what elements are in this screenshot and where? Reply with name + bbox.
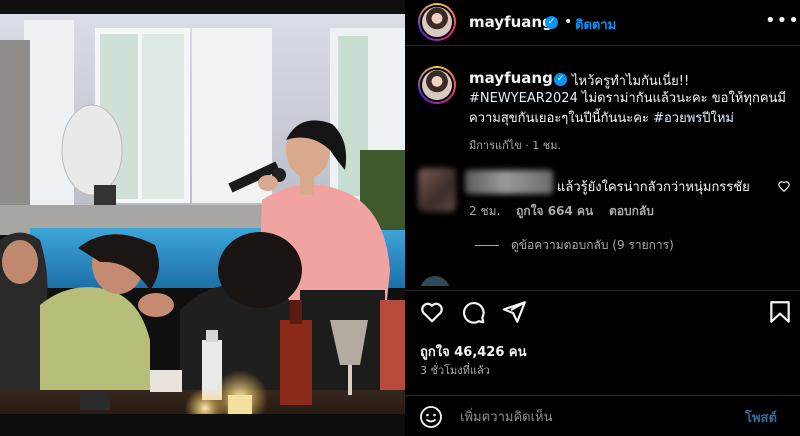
comment-like-heart-icon[interactable]	[777, 179, 791, 193]
hashtag-blessing-link[interactable]: #อวยพรปีใหม่	[653, 111, 734, 126]
author-username[interactable]: mayfuang	[469, 13, 553, 31]
commenter-username-blurred[interactable]	[465, 170, 553, 194]
commenter-avatar-blurred[interactable]	[418, 168, 456, 212]
view-replies-label: ดูข้อความตอบกลับ (9 รายการ)	[511, 238, 674, 252]
next-comment-partial	[418, 276, 788, 286]
post-side-panel: mayfuang ✓ • ติดตาม ••• mayfuang ✓ ไหว้ค…	[405, 0, 800, 436]
post-comment-button[interactable]: โพสต์	[745, 407, 777, 428]
comment-bubble-icon[interactable]	[460, 299, 486, 325]
view-replies-button[interactable]: ดูข้อความตอบกลับ (9 รายการ)	[475, 236, 674, 255]
caption-first-line: ไหว้ครูทำไมกันเนี่ย!!	[572, 74, 690, 89]
post-photo-illustration	[0, 0, 405, 436]
comment-reply-button[interactable]: ตอบกลับ	[609, 204, 654, 218]
comment-time: 2 ชม.	[469, 204, 501, 218]
more-horizontal-icon[interactable]: •••	[765, 10, 800, 31]
post-actions: ถูกใจ 46,426 คน 3 ชั่วโมงที่แล้ว โพสต์	[405, 290, 800, 436]
comment-text: แล้วรู้ยังใครน่ากลัวกว่าหนุ่มกรรชัย	[557, 180, 750, 195]
comment-meta: 2 ชม. ถูกใจ 664 คน ตอบกลับ	[469, 202, 666, 221]
post-timestamp[interactable]: 3 ชั่วโมงที่แล้ว	[420, 361, 490, 379]
save-bookmark-icon[interactable]	[767, 299, 793, 325]
author-avatar[interactable]	[418, 3, 456, 41]
post-likes-count[interactable]: ถูกใจ 46,426 คน	[420, 341, 527, 362]
caption-edited-time: มีการแก้ไข · 1 ชม.	[469, 139, 561, 152]
comment-likes-count[interactable]: ถูกใจ 664 คน	[516, 204, 593, 218]
follow-button[interactable]: ติดตาม	[575, 14, 616, 35]
like-heart-icon[interactable]	[419, 299, 445, 325]
post-image[interactable]	[0, 0, 405, 436]
next-commenter-avatar[interactable]	[420, 276, 450, 286]
separator-dot: •	[564, 14, 573, 30]
share-send-icon[interactable]	[501, 299, 527, 325]
add-comment-bar: โพสต์	[405, 395, 800, 436]
replies-divider-line	[475, 245, 499, 246]
post-header: mayfuang ✓ • ติดตาม •••	[405, 0, 800, 46]
caption-author-username[interactable]: mayfuang	[469, 69, 553, 87]
emoji-smile-icon[interactable]	[419, 405, 443, 429]
hashtag-newyear-link[interactable]: #NEWYEAR2024	[469, 91, 578, 106]
verified-badge-icon: ✓	[545, 16, 558, 29]
comment-input[interactable]	[460, 405, 730, 429]
caption-body: #NEWYEAR2024 ไม่ดราม่ากันแล้วนะคะ ขอให้ท…	[469, 89, 789, 129]
caption-author-avatar[interactable]	[418, 66, 456, 104]
verified-badge-icon: ✓	[554, 73, 567, 86]
